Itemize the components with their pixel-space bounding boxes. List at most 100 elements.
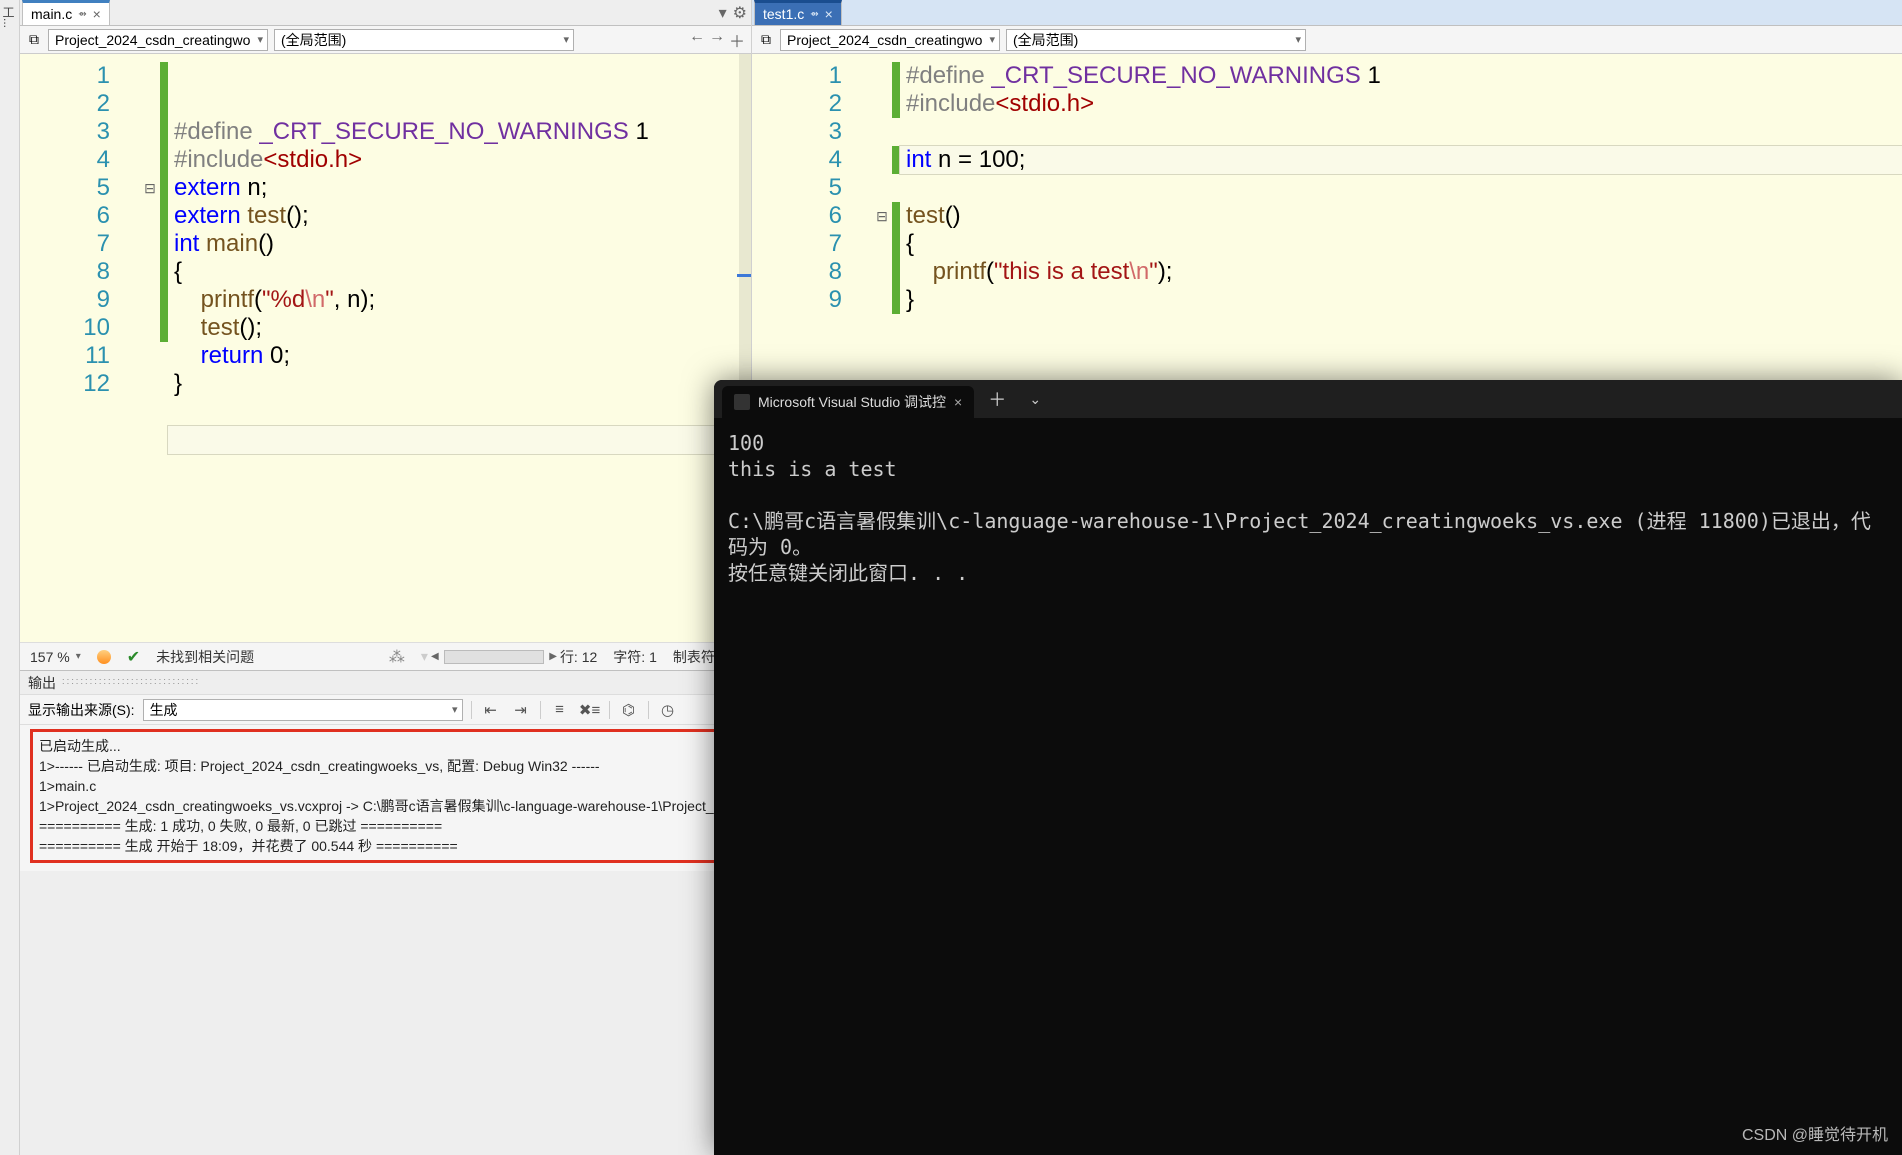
code-line[interactable]: printf("%d\n", n); [168, 286, 751, 314]
change-marker [160, 174, 168, 202]
nav-fwd-icon[interactable]: → [709, 28, 725, 52]
code-line[interactable] [900, 118, 1902, 146]
code-line[interactable]: } [168, 370, 751, 398]
fold-marker[interactable]: ⊟ [872, 202, 892, 230]
tab-main-c[interactable]: main.c ⇴ × [22, 0, 110, 25]
new-tab-button[interactable]: ＋ [982, 384, 1012, 414]
tab-menu-chevron-icon[interactable]: ⌄ [1020, 384, 1050, 414]
scope-name: (全局范围) [281, 30, 346, 50]
output-line: 已启动生成... [39, 736, 733, 756]
col-indicator: 字符: 1 [613, 647, 657, 667]
line-number: 4 [752, 146, 842, 174]
close-icon[interactable]: × [93, 6, 101, 22]
terminal-titlebar[interactable]: Microsoft Visual Studio 调试控 × ＋ ⌄ [714, 380, 1902, 418]
line-number: 6 [752, 202, 842, 230]
code-line[interactable]: int n = 100; [900, 146, 1902, 174]
code-line[interactable]: return 0; [168, 342, 751, 370]
change-marker [160, 230, 168, 258]
left-tabbar: main.c ⇴ × ▾ ⚙ [20, 0, 751, 26]
wand-icon[interactable]: ⁂ [389, 647, 405, 667]
code-line[interactable] [900, 174, 1902, 202]
fold-marker [140, 62, 160, 90]
code-line[interactable] [168, 398, 751, 426]
code-line[interactable]: int main() [168, 230, 751, 258]
change-marker [892, 258, 900, 286]
line-number: 12 [20, 370, 110, 398]
line-number: 9 [20, 286, 110, 314]
terminal-body[interactable]: 100 this is a test C:\鹏哥c语言暑假集训\c-langua… [714, 418, 1902, 1155]
output-header[interactable]: 输出 ∶∶∶∶∶∶∶∶∶∶∶∶∶∶∶∶∶∶∶∶∶∶∶∶∶∶∶∶∶∶ [20, 671, 752, 695]
output-src-dropdown[interactable]: 生成 [143, 699, 463, 721]
output-line: 1>main.c [39, 776, 733, 796]
grip-icon[interactable]: ∶∶∶∶∶∶∶∶∶∶∶∶∶∶∶∶∶∶∶∶∶∶∶∶∶∶∶∶∶∶ [62, 677, 200, 688]
output-toolbar: 显示输出来源(S): 生成 ⇤ ⇥ ≡ ✖≡ ⌬ ◷ [20, 695, 752, 725]
fold-marker [140, 258, 160, 286]
gear-icon[interactable]: ⚙ [733, 3, 747, 23]
indent-left-icon[interactable]: ⇤ [480, 699, 502, 721]
pin-icon[interactable]: ⇴ [810, 9, 818, 20]
tab-test1-c[interactable]: test1.c ⇴ × [754, 0, 842, 25]
code-line[interactable]: { [168, 258, 751, 286]
left-change-bar [160, 54, 168, 642]
fold-marker [872, 118, 892, 146]
code-line[interactable]: #include<stdio.h> [168, 146, 751, 174]
horizontal-scrollbar[interactable] [444, 650, 544, 664]
tab-dropdown-icon[interactable]: ▾ [719, 3, 727, 23]
change-marker [892, 174, 900, 202]
close-icon[interactable]: × [954, 394, 962, 410]
left-fold-column[interactable]: ⊟ [140, 54, 160, 642]
code-line[interactable]: test() [900, 202, 1902, 230]
code-line[interactable]: printf("this is a test\n"); [900, 258, 1902, 286]
tree-icon[interactable]: ⌬ [618, 699, 640, 721]
code-line[interactable]: #define _CRT_SECURE_NO_WARNINGS 1 [168, 118, 751, 146]
zoom-level[interactable]: 157 % [30, 649, 81, 665]
code-line[interactable]: #include<stdio.h> [900, 90, 1902, 118]
change-marker [160, 202, 168, 230]
change-marker [892, 202, 900, 230]
code-line[interactable]: } [900, 286, 1902, 314]
close-icon[interactable]: × [825, 6, 833, 22]
output-text-box: 已启动生成...1>------ 已启动生成: 项目: Project_2024… [30, 729, 742, 863]
pin-icon[interactable]: ⇴ [78, 9, 86, 20]
nav-back-icon[interactable]: ← [689, 28, 705, 52]
left-code-area[interactable]: #define _CRT_SECURE_NO_WARNINGS 1#includ… [168, 54, 751, 642]
lightbulb-icon[interactable] [97, 650, 111, 664]
project-name: Project_2024_csdn_creatingwo [55, 32, 250, 48]
left-editor[interactable]: 123456789101112 ⊟ #define _CRT_SECURE_NO… [20, 54, 751, 642]
clear-icon[interactable]: ✖≡ [579, 699, 601, 721]
code-line[interactable]: test(); [168, 314, 751, 342]
indent-right-icon[interactable]: ⇥ [510, 699, 532, 721]
fold-marker [872, 146, 892, 174]
fold-marker [140, 118, 160, 146]
output-line: ========== 生成: 1 成功, 0 失败, 0 最新, 0 已跳过 =… [39, 816, 733, 836]
terminal-tab-title: Microsoft Visual Studio 调试控 [758, 392, 946, 412]
code-line[interactable]: extern n; [168, 174, 751, 202]
change-marker [892, 62, 900, 90]
code-line[interactable] [168, 426, 751, 454]
change-marker [160, 286, 168, 314]
code-line[interactable]: #define _CRT_SECURE_NO_WARNINGS 1 [900, 62, 1902, 90]
issues-text: 未找到相关问题 [156, 647, 254, 667]
code-line[interactable]: { [900, 230, 1902, 258]
line-number: 6 [20, 202, 110, 230]
project-dropdown[interactable]: Project_2024_csdn_creatingwo [780, 29, 1000, 51]
line-number: 3 [20, 118, 110, 146]
scope-dropdown[interactable]: (全局范围) [274, 29, 574, 51]
change-marker [892, 286, 900, 314]
change-marker [892, 118, 900, 146]
project-icon: ⧉ [758, 32, 774, 48]
fold-marker[interactable]: ⊟ [140, 174, 160, 202]
line-number: 3 [752, 118, 842, 146]
scope-dropdown[interactable]: (全局范围) [1006, 29, 1306, 51]
clock-icon[interactable]: ◷ [657, 699, 679, 721]
line-number: 11 [20, 342, 110, 370]
output-title: 输出 [28, 673, 56, 693]
left-sidebar-strip[interactable]: 工... [0, 0, 20, 1155]
word-wrap-icon[interactable]: ≡ [549, 699, 571, 721]
terminal-window[interactable]: Microsoft Visual Studio 调试控 × ＋ ⌄ 100 th… [714, 380, 1902, 1155]
nav-add-icon[interactable]: ＋ [729, 28, 745, 52]
output-body[interactable]: 已启动生成...1>------ 已启动生成: 项目: Project_2024… [20, 725, 752, 871]
project-dropdown[interactable]: Project_2024_csdn_creatingwo [48, 29, 268, 51]
terminal-tab[interactable]: Microsoft Visual Studio 调试控 × [722, 386, 974, 418]
code-line[interactable]: extern test(); [168, 202, 751, 230]
